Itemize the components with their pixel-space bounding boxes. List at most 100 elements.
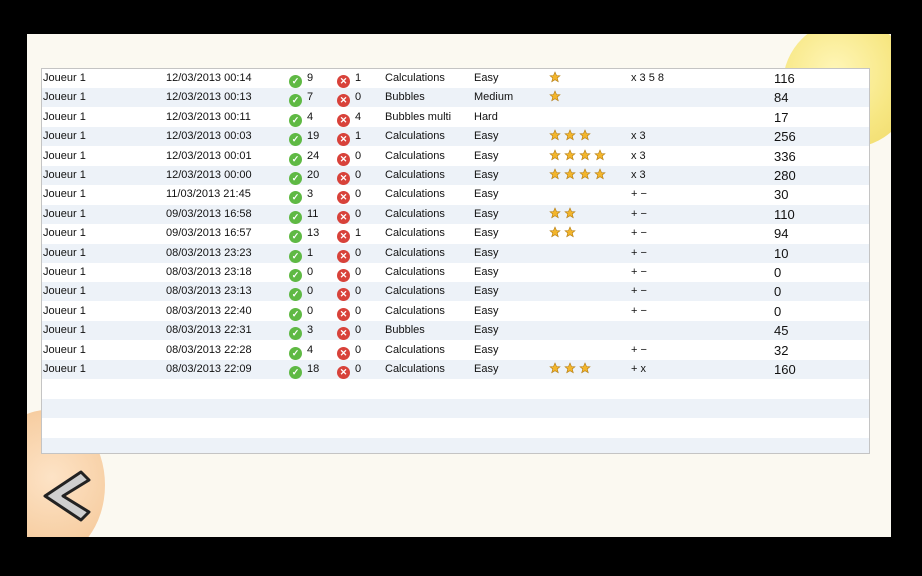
- star-icon: [594, 168, 606, 180]
- player-name: Joueur 1: [43, 110, 86, 123]
- wrong-count: 0: [355, 285, 362, 298]
- date-time: 12/03/2013 00:13: [166, 91, 252, 104]
- difficulty-level: Easy: [474, 266, 499, 278]
- scores-table[interactable]: Joueur 1 12/03/2013 00:14 ✓ 9 ✕ 1 Calculations…: [41, 68, 870, 454]
- player-name: Joueur 1: [43, 266, 86, 278]
- date-time: 12/03/2013 00:14: [166, 72, 252, 84]
- difficulty-level: Easy: [474, 207, 499, 220]
- difficulty-level: Easy: [474, 188, 499, 201]
- score-value: 30: [774, 187, 789, 203]
- score-value: 336: [774, 148, 796, 164]
- table-row[interactable]: Joueur 1 12/03/2013 00:14 ✓ 9 ✕ 1 Calculations…: [42, 69, 869, 88]
- x-circle-icon: ✕: [337, 188, 350, 205]
- player-name: Joueur 1: [43, 207, 86, 220]
- operations: x 3: [631, 169, 646, 181]
- empty-row: [42, 418, 869, 437]
- star-icon: [564, 148, 576, 161]
- difficulty-level: Easy: [474, 169, 499, 181]
- table-row[interactable]: Joueur 1 12/03/2013 00:01 ✓ 24 ✕ 0 Calculation…: [42, 147, 869, 166]
- check-circle-icon: ✓: [289, 305, 302, 321]
- correct-count: 7: [307, 91, 314, 104]
- check-circle-icon: ✓: [289, 111, 302, 127]
- correct-count: 1: [307, 246, 314, 259]
- x-circle-icon: ✕: [337, 344, 350, 360]
- table-row[interactable]: Joueur 1 08/03/2013 23:23 ✓ 1 ✕ 0 Calculations…: [42, 243, 869, 263]
- game-type: Bubbles: [385, 91, 425, 104]
- date-time: 08/03/2013 23:23: [166, 246, 252, 259]
- table-row[interactable]: Joueur 1 12/03/2013 00:13 ✓ 7 ✕ 0 Bubbles Mediu…: [42, 88, 869, 108]
- check-circle-icon: ✓: [289, 227, 302, 244]
- empty-row: [42, 398, 869, 418]
- game-type: Calculations: [385, 227, 445, 240]
- x-circle-icon: ✕: [337, 91, 350, 108]
- back-button[interactable]: [39, 466, 99, 526]
- correct-count: 0: [307, 285, 314, 298]
- score-value: 160: [774, 362, 796, 377]
- player-name: Joueur 1: [43, 149, 86, 162]
- star-icon: [549, 90, 561, 102]
- app-window: Joueur 1 12/03/2013 00:14 ✓ 9 ✕ 1 Calculations…: [27, 34, 891, 537]
- game-type: Calculations: [385, 72, 445, 84]
- correct-count: 18: [307, 363, 320, 375]
- table-row[interactable]: Joueur 1 08/03/2013 22:28 ✓ 4 ✕ 0 Calculations…: [42, 341, 869, 360]
- check-circle-icon: ✓: [289, 91, 302, 108]
- star-icon: [549, 129, 561, 141]
- wrong-count: 1: [355, 72, 362, 84]
- star-rating: [549, 148, 609, 164]
- check-circle-icon: ✓: [289, 247, 302, 263]
- table-row[interactable]: Joueur 1 08/03/2013 22:31 ✓ 3 ✕ 0 Bubbles Easy 4…: [42, 321, 869, 341]
- star-rating: [549, 207, 579, 222]
- table-row[interactable]: Joueur 1 08/03/2013 23:13 ✓ 0 ✕ 0 Calculations…: [42, 282, 869, 302]
- game-type: Calculations: [385, 149, 445, 162]
- star-icon: [564, 129, 576, 141]
- table-row[interactable]: Joueur 1 09/03/2013 16:57 ✓ 13 ✕ 1 Calculation…: [42, 224, 869, 244]
- table-row[interactable]: Joueur 1 08/03/2013 23:18 ✓ 0 ✕ 0 Calculations…: [42, 263, 869, 282]
- player-name: Joueur 1: [43, 130, 86, 143]
- table-row[interactable]: Joueur 1 11/03/2013 21:45 ✓ 3 ✕ 0 Calculations…: [42, 185, 869, 205]
- player-name: Joueur 1: [43, 188, 86, 201]
- correct-count: 0: [307, 304, 314, 317]
- table-row[interactable]: Joueur 1 08/03/2013 22:40 ✓ 0 ✕ 0 Calculations…: [42, 302, 869, 321]
- player-name: Joueur 1: [43, 363, 86, 375]
- date-time: 12/03/2013 00:01: [166, 149, 252, 162]
- date-time: 09/03/2013 16:57: [166, 227, 252, 240]
- star-icon: [564, 362, 576, 374]
- player-name: Joueur 1: [43, 91, 86, 104]
- score-value: 0: [774, 265, 782, 280]
- game-type: Calculations: [385, 207, 445, 220]
- date-time: 08/03/2013 23:13: [166, 285, 252, 298]
- player-name: Joueur 1: [43, 227, 86, 240]
- table-row[interactable]: Joueur 1 12/03/2013 00:11 ✓ 4 ✕ 4 Bubbles mult…: [42, 108, 869, 127]
- wrong-count: 0: [355, 246, 362, 259]
- date-time: 08/03/2013 22:09: [166, 363, 252, 375]
- date-time: 12/03/2013 00:11: [166, 110, 251, 123]
- table-row[interactable]: Joueur 1 12/03/2013 00:03 ✓ 19 ✕ 1 Calculation…: [42, 127, 869, 147]
- player-name: Joueur 1: [43, 304, 86, 317]
- operations: + −: [631, 207, 647, 220]
- check-circle-icon: ✓: [289, 188, 302, 205]
- star-rating: [549, 226, 579, 241]
- table-row[interactable]: Joueur 1 08/03/2013 22:09 ✓ 18 ✕ 0 Calculation…: [42, 360, 869, 379]
- star-icon: [549, 207, 561, 219]
- operations: + −: [631, 227, 647, 240]
- wrong-count: 0: [355, 207, 362, 220]
- table-row[interactable]: Joueur 1 09/03/2013 16:58 ✓ 11 ✕ 0 Calculation…: [42, 204, 869, 224]
- x-circle-icon: ✕: [337, 266, 350, 282]
- table-row[interactable]: Joueur 1 12/03/2013 00:00 ✓ 20 ✕ 0 Calculation…: [42, 166, 869, 185]
- star-rating: [549, 90, 564, 105]
- player-name: Joueur 1: [43, 285, 86, 298]
- x-circle-icon: ✕: [337, 227, 350, 244]
- check-circle-icon: ✓: [289, 208, 302, 224]
- star-icon: [579, 129, 591, 141]
- star-icon: [549, 168, 561, 180]
- x-circle-icon: ✕: [337, 130, 350, 147]
- correct-count: 0: [307, 266, 314, 278]
- game-type: Calculations: [385, 285, 445, 298]
- date-time: 08/03/2013 22:40: [166, 304, 252, 317]
- score-value: 110: [774, 206, 795, 222]
- difficulty-level: Easy: [474, 130, 499, 143]
- score-value: 32: [774, 342, 789, 358]
- difficulty-level: Easy: [474, 363, 499, 375]
- player-name: Joueur 1: [43, 72, 86, 84]
- game-type: Calculations: [385, 246, 445, 259]
